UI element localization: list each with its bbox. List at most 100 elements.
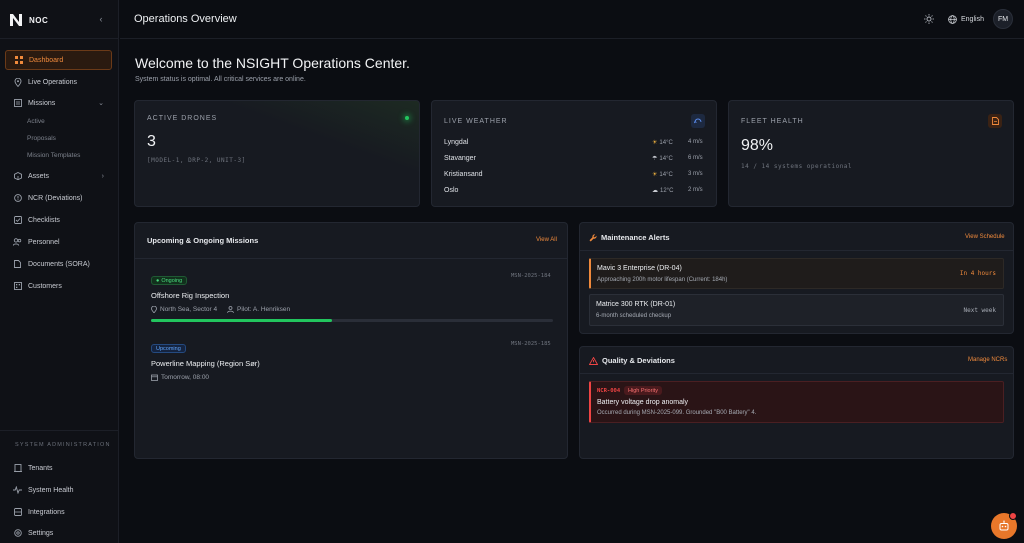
sidebar-item-live-operations[interactable]: Live Operations <box>5 72 112 92</box>
chevron-right-icon: › <box>101 172 104 180</box>
sidebar-item-label: Integrations <box>28 508 65 516</box>
sidebar-item-label: Tenants <box>28 464 53 472</box>
severity-badge: High Priority <box>624 386 662 395</box>
weather-row: Kristiansand ☀ 14°C 3 m/s <box>444 171 706 181</box>
sidebar-item-label: NCR (Deviations) <box>28 194 83 202</box>
sidebar-item-settings[interactable]: Settings <box>5 523 112 543</box>
sidebar-item-label: Assets <box>28 172 50 180</box>
mission-location: North Sea, Sector 4 <box>151 306 217 313</box>
active-drones-card: ACTIVE DRONES 3 [MODEL-1, DRP-2, UNIT-3] <box>134 100 420 207</box>
sidebar-item-label: Personnel <box>28 238 60 246</box>
sidebar-item-tenants[interactable]: Tenants <box>5 458 112 478</box>
sidebar-item-assets[interactable]: Assets › <box>5 166 112 186</box>
warning-triangle-icon <box>589 356 598 365</box>
ncr-item[interactable]: NCR-004 High Priority Battery voltage dr… <box>589 381 1004 423</box>
active-drones-list: [MODEL-1, DRP-2, UNIT-3] <box>147 157 246 164</box>
sidebar-item-documents[interactable]: Documents (SORA) <box>5 254 112 274</box>
language-label: English <box>961 15 984 23</box>
weather-wind: 4 m/s <box>688 139 703 145</box>
collapse-sidebar-chevron-icon[interactable]: ‹ <box>96 13 106 25</box>
sidebar-subitem-mission-templates[interactable]: Mission Templates <box>27 152 80 159</box>
ncr-id: NCR-004 <box>597 388 621 394</box>
weather-refresh-icon[interactable] <box>691 114 705 128</box>
mission-title: Powerline Mapping (Region Sør) <box>151 359 260 368</box>
building-icon <box>13 282 22 291</box>
mission-item[interactable]: ● Ongoing MSN-2025-184 Offshore Rig Inspe… <box>135 259 567 329</box>
card-label: FLEET HEALTH <box>741 118 804 125</box>
sidebar-item-integrations[interactable]: Integrations <box>5 502 112 522</box>
badge-label: Ongoing <box>161 277 183 284</box>
sun-icon: ☀ <box>652 140 658 146</box>
box-icon <box>13 172 22 181</box>
fleet-health-card: FLEET HEALTH 98% 14 / 14 systems operati… <box>728 100 1014 207</box>
report-document-icon[interactable] <box>988 114 1002 128</box>
weather-wind: 3 m/s <box>688 171 703 177</box>
temp-value: 14°C <box>659 155 673 162</box>
clipboard-icon <box>13 99 22 108</box>
activity-icon <box>13 486 22 495</box>
page-title: Operations Overview <box>134 13 237 25</box>
top-header: Operations Overview English FM <box>120 0 1024 39</box>
chevron-down-icon: ⌄ <box>98 100 104 107</box>
sidebar-item-label: Dashboard <box>29 56 64 64</box>
mission-title: Offshore Rig Inspection <box>151 291 230 300</box>
sidebar-item-checklists[interactable]: Checklists <box>5 210 112 230</box>
globe-icon <box>948 14 957 24</box>
sidebar-item-missions[interactable]: Missions ⌄ <box>5 93 112 113</box>
view-schedule-link[interactable]: View Schedule <box>965 234 1005 240</box>
weather-city: Kristiansand <box>444 171 483 178</box>
welcome-subtitle: System status is optimal. All critical s… <box>135 76 306 83</box>
checklist-icon <box>13 216 22 225</box>
calendar-icon <box>151 374 158 381</box>
sidebar-item-label: Documents (SORA) <box>28 260 90 268</box>
sidebar-item-dashboard[interactable]: Dashboard <box>5 50 112 70</box>
manage-ncrs-link[interactable]: Manage NCRs <box>968 357 1007 363</box>
notification-badge <box>1009 512 1017 520</box>
alert-title: Mavic 3 Enterprise (DR-04) <box>597 265 682 272</box>
sidebar-item-ncr[interactable]: NCR (Deviations) <box>5 188 112 208</box>
quality-deviations-panel: Quality & Deviations Manage NCRs NCR-004… <box>579 346 1014 459</box>
sidebar-subitem-proposals[interactable]: Proposals <box>27 135 56 142</box>
panel-title-text: Maintenance Alerts <box>601 233 670 242</box>
alert-title: Matrice 300 RTK (DR-01) <box>596 301 676 308</box>
brand[interactable]: NOC <box>8 10 48 30</box>
nsight-logo-icon <box>8 12 24 28</box>
mission-pilot: Pilot: A. Henriksen <box>227 306 290 313</box>
location-text: North Sea, Sector 4 <box>160 306 218 313</box>
maintenance-alert-item[interactable]: Mavic 3 Enterprise (DR-04) Approaching 2… <box>589 258 1004 289</box>
sidebar-item-system-health[interactable]: System Health <box>5 480 112 500</box>
weather-temp: ☀ 14°C <box>652 139 673 147</box>
weather-city: Lyngdal <box>444 139 469 146</box>
view-all-link[interactable]: View All <box>536 237 557 243</box>
panel-title: Quality & Deviations <box>589 356 675 365</box>
alert-circle-icon <box>13 194 22 203</box>
language-selector[interactable]: English <box>948 13 984 25</box>
mission-time: Tomorrow, 08:00 <box>151 374 209 381</box>
mission-item[interactable]: Upcoming MSN-2025-185 Powerline Mapping … <box>135 331 567 391</box>
database-icon <box>13 508 22 517</box>
dot-icon: ● <box>156 277 160 284</box>
fleet-health-meta: 14 / 14 systems operational <box>741 163 853 170</box>
sidebar-item-label: Missions <box>28 99 56 107</box>
weather-city: Oslo <box>444 187 459 194</box>
sidebar-item-customers[interactable]: Customers <box>5 276 112 296</box>
mission-progress-track <box>151 319 553 322</box>
sidebar-item-label: Live Operations <box>28 78 78 86</box>
theme-toggle-sun-icon[interactable] <box>923 13 935 25</box>
user-icon <box>227 306 234 313</box>
brand-name: NOC <box>29 15 49 25</box>
divider <box>0 430 119 431</box>
temp-value: 14°C <box>659 171 673 178</box>
temp-value: 14°C <box>659 139 673 146</box>
user-avatar[interactable]: FM <box>993 9 1013 29</box>
cloud-rain-icon: ☂ <box>652 156 658 162</box>
sidebar-item-personnel[interactable]: Personnel <box>5 232 112 252</box>
maintenance-alert-item[interactable]: Matrice 300 RTK (DR-01) 6-month schedule… <box>589 294 1004 326</box>
missions-panel: Upcoming & Ongoing Missions View All ● On… <box>134 222 568 459</box>
panel-title-text: Quality & Deviations <box>602 356 675 365</box>
weather-wind: 6 m/s <box>688 155 703 161</box>
active-drones-count: 3 <box>147 133 156 150</box>
sidebar-subitem-active[interactable]: Active <box>27 118 45 125</box>
fleet-health-value: 98% <box>741 137 774 154</box>
weather-temp: ☂ 14°C <box>652 155 673 163</box>
